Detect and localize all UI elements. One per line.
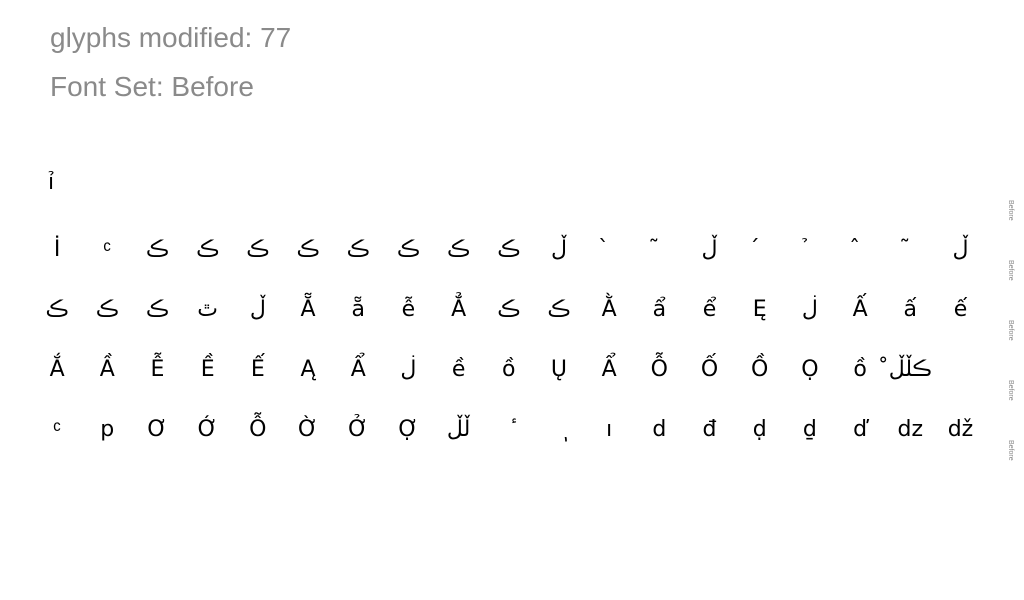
glyph-cell: Ồ [751,357,769,382]
glyph-cell: ồ [853,357,867,382]
glyph-cell: İ [53,237,61,262]
glyph-cell: ͨ [32,408,82,452]
glyph-cell: ề [451,357,466,382]
glyph-cell: ڵڵ [446,417,471,442]
glyph-cell: Ế [250,357,265,382]
glyph-cell: Ẩ [601,357,617,382]
glyph-cell: Ę [752,297,767,322]
glyph-cell: Ầ [99,357,115,382]
glyph-row: ڪ ڪ ڪ ٿ ڵ Ẵẵ ễ Ẳ ڪ ڪ Ằẩ ể Ę ڶ Ấấ ế [32,288,992,332]
glyph-cell: Ễ [150,357,165,382]
row-font-set-label: Before [1007,320,1014,341]
glyph-row: ͨ p Ơ Ớ Ỗ Ờ Ở Ợ ڵڵٖٔ ו d đ ḍ ḏ ď dzdž [32,408,992,452]
glyph-cell: ڪ [497,297,521,322]
row-font-set-label: Before [1007,380,1014,401]
glyph-cell: ٔ [484,408,534,452]
row-font-set-label: Before [1007,440,1014,461]
glyph-cell: ď [853,417,868,442]
glyph-cell: dž [947,417,974,442]
glyph-cell: ồ [502,357,516,382]
glyph-row: İͨ ڪ ڪ ڪ ڪ ڪ ڪ ڪ ڪ ڵ̀̃ ڵ́̉̂̃ ڵ [32,228,992,272]
glyph-cell: ٿ [197,297,219,322]
glyph-cell: Ợ [398,417,419,442]
glyph-cell: Ố [700,357,719,382]
glyph-cell: ڪ [45,297,69,322]
glyph-cell: Ấ [852,297,868,322]
glyph-cell: ڪ [145,237,170,262]
font-set-label: Font Set: Before [50,71,254,102]
glyph-cell: d [652,417,667,442]
glyph-cell: Ỗ [249,417,267,442]
glyph-cell: Ắ [49,357,65,382]
glyph-cell: ڵ [952,237,969,262]
glyph-cell: ͨ [82,228,132,272]
glyph-cell: dz [897,417,924,442]
glyph-cell: Ẳ [451,297,467,322]
glyph-cell: ẵ [351,297,365,322]
glyph-row: Ắ Ầ Ễ Ề Ế Ą Ẩ ڶ ề ồ Ų Ẩ Ỗ Ố Ồ Ọồ ڪڵڵ̊ [32,348,992,392]
glyph-cell: ڵ [249,297,266,322]
glyph-cell: ́ [735,228,785,272]
row-font-set-label: Before [1007,200,1014,221]
glyph-cell: ễ [401,297,416,322]
glyph-cell: ể [702,297,717,322]
glyph-cell: Ề [200,357,215,382]
glyph-cell: ̉ [785,228,835,272]
glyph-cell: ڪڵڵ̊ [888,357,932,382]
glyph-cell: ẩ [652,297,667,322]
row-font-set-label: Before [1007,260,1014,281]
glyph-cell: ấ [903,297,918,322]
glyph-cell: p [100,417,115,442]
glyph-cell: ̃ [885,228,935,272]
glyph-cell: Ọ [801,357,819,382]
glyph-cell: ڪ [296,237,320,262]
glyph-cell: ٖ [534,408,584,452]
glyphs-modified-count: glyphs modified: 77 [50,22,292,53]
glyph-cell: ڵ [701,237,718,262]
glyph-cell: ڪ [196,237,220,262]
glyph-cell: ̂ [835,228,885,272]
glyph-cell: đ [702,417,717,442]
glyph-cell: Ų [550,357,568,382]
glyph-cell: ڪ [145,297,170,322]
glyph-cell: ڪ [246,237,270,262]
glyph-cell: ڶ [801,297,818,322]
glyph-cell: ̀ [584,228,634,272]
glyph-cell: ڪ [547,297,571,322]
glyph-cell: Ẵ [300,297,316,322]
glyph-cell: ̃ [634,228,684,272]
glyph-cell: ו [606,417,613,442]
glyph-cell: ڵ [550,237,567,262]
glyph-cell: Ơ [147,417,168,442]
glyph-cell: Ờ [297,417,319,442]
glyph-cell: ڪ [396,237,420,262]
glyph-cell: Ỗ [650,357,668,382]
glyph-cell: ḍ [752,417,767,442]
glyph-cell: Ở [348,417,369,442]
glyph-cell: ڪ [447,237,471,262]
lone-glyph: ỉ [48,170,55,195]
glyph-cell: ḏ [802,417,817,442]
glyph-cell: ڪ [497,237,521,262]
glyph-cell: Ằ [601,297,617,322]
glyph-cell: ڶ [400,357,417,382]
glyph-cell: ڪ [346,237,370,262]
glyph-cell: Ą [300,357,316,382]
glyph-cell: ڪ [95,297,119,322]
glyph-cell: Ẩ [350,357,366,382]
glyph-cell: ế [953,297,968,322]
glyph-cell: Ớ [197,417,218,442]
